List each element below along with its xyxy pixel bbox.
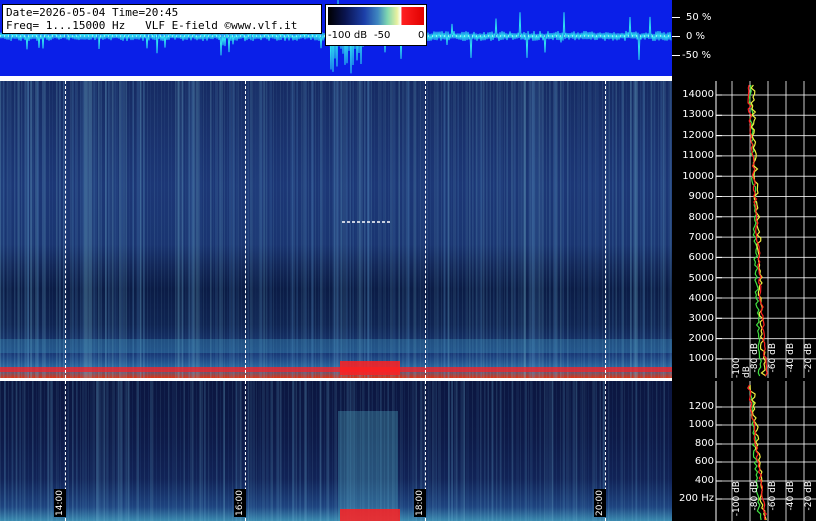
colorbar-gradient	[328, 7, 424, 25]
colorbar-tick: -50	[374, 30, 391, 41]
scale-label: 0 %	[686, 31, 706, 42]
freq-axis-label: 1000	[688, 419, 714, 430]
time-gridline	[425, 81, 426, 378]
scale-label: -50 %	[682, 50, 712, 61]
db-axis-label: -60 dB	[768, 481, 778, 511]
db-axis-label: -80 dB	[750, 481, 760, 511]
spectrogram-window: Date=2026-05-04 Time=20:45 Freq= 1...150…	[0, 0, 816, 521]
db-axis-label: -80 dB	[750, 343, 760, 373]
freq-axis-label: 11000	[682, 150, 714, 161]
spectrum-profile-top: 14000 13000 12000 11000 10000 9000 8000 …	[672, 81, 816, 378]
scale-tick	[672, 17, 680, 18]
noise-burst	[340, 361, 400, 375]
freq-axis-label: 6000	[688, 252, 714, 263]
freq-axis-label: 4000	[688, 293, 714, 304]
spectrogram-bottom: 14:00 16:00 18:00 20:00	[0, 381, 672, 521]
time-label: 20:00	[594, 489, 606, 517]
time-label: 14:00	[54, 489, 66, 517]
freq-axis-label: 9000	[688, 191, 714, 202]
db-axis-label: -40 dB	[786, 343, 796, 373]
info-box: Date=2026-05-04 Time=20:45 Freq= 1...150…	[2, 4, 322, 34]
date-time-label: Date=2026-05-04 Time=20:45	[6, 6, 179, 19]
noise-burst-area	[338, 411, 398, 521]
scale-tick	[672, 55, 680, 56]
spectrogram-top-streaks	[0, 81, 672, 378]
freq-axis-label: 600	[694, 456, 714, 467]
spectrogram-top	[0, 81, 672, 378]
spectrum-profile-bottom: 1200 1000 800 600 400 200 Hz -100 dB -80…	[672, 381, 816, 521]
colorbar-tick: 0	[418, 30, 425, 41]
hum-band	[0, 367, 672, 372]
freq-axis-label: 8000	[688, 212, 714, 223]
db-axis-label: -100 dB	[732, 481, 742, 517]
db-axis-label: -60 dB	[768, 343, 778, 373]
freq-axis-label: 800	[694, 438, 714, 449]
colorbar: -100 dB -50 0	[325, 4, 427, 46]
scale-label: 50 %	[686, 12, 712, 23]
time-label: 16:00	[234, 489, 246, 517]
colorbar-tick: -100 dB	[328, 30, 368, 41]
freq-axis-label: 1000	[688, 353, 714, 364]
db-axis-label: -20 dB	[804, 481, 814, 511]
freq-axis-label: 200 Hz	[678, 493, 714, 504]
freq-axis-label: 10000	[682, 171, 714, 182]
freq-label: Freq= 1...15000 Hz VLF E-field ©www.vlf.…	[6, 19, 298, 32]
db-axis-label: -40 dB	[786, 481, 796, 511]
freq-axis-label: 14000	[682, 89, 714, 100]
db-axis-label: -20 dB	[804, 343, 814, 373]
waveform-scale: 50 % 0 % -50 %	[672, 0, 816, 76]
waveform-panel: Date=2026-05-04 Time=20:45 Freq= 1...150…	[0, 0, 672, 76]
freq-axis-label: 3000	[688, 313, 714, 324]
time-gridline	[65, 81, 66, 378]
freq-axis-label: 400	[694, 475, 714, 486]
freq-axis-label: 5000	[688, 273, 714, 284]
freq-axis-label: 13000	[682, 109, 714, 120]
db-axis-label: -100 dB	[732, 357, 752, 378]
time-gridline	[245, 81, 246, 378]
freq-axis-label: 2000	[688, 333, 714, 344]
scale-tick	[672, 36, 680, 37]
time-gridline	[605, 81, 606, 378]
time-label: 18:00	[414, 489, 426, 517]
lf-band	[0, 339, 672, 353]
spectrogram-bottom-streaks	[4, 381, 665, 521]
freq-axis-label: 7000	[688, 232, 714, 243]
noise-burst	[340, 509, 400, 521]
freq-axis-label: 12000	[682, 130, 714, 141]
freq-axis-label: 1200	[688, 401, 714, 412]
